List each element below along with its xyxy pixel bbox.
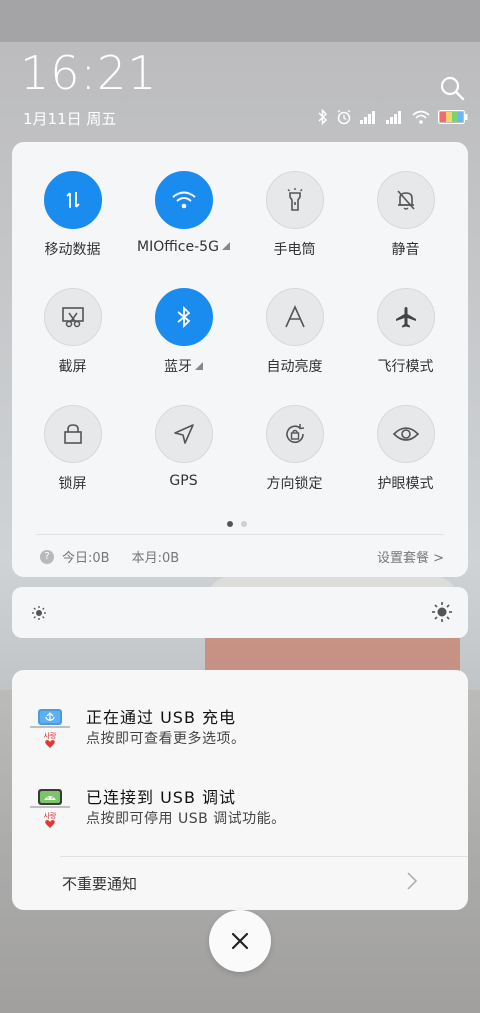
- page-dot: [241, 521, 247, 527]
- gps-icon: [154, 405, 213, 463]
- tile-label: 截屏: [58, 359, 87, 375]
- eye-icon: [376, 405, 435, 463]
- svg-text:사랑: 사랑: [44, 811, 57, 820]
- tile-label: 飞行模式: [377, 359, 434, 375]
- wifi-ssid-label: MIOffice-5G: [137, 239, 219, 255]
- notification-title: 正在通过 USB 充电: [86, 708, 237, 727]
- brightness-high-icon: [432, 602, 452, 626]
- tile-label: GPS: [169, 473, 198, 489]
- tile-mute[interactable]: 静音: [350, 171, 461, 271]
- chevron-right-icon[interactable]: [406, 870, 418, 896]
- tile-mobile-data[interactable]: 移动数据: [17, 171, 128, 271]
- tile-label: 护眼模式: [377, 476, 434, 492]
- flashlight-icon: [265, 171, 324, 229]
- tile-label: 手电筒: [273, 242, 316, 258]
- page-dot-active: [227, 521, 233, 527]
- alarm-icon: [336, 109, 352, 125]
- tile-label: MIOffice-5G: [128, 239, 239, 255]
- expand-indicator-icon: [195, 362, 203, 370]
- mobile-data-icon: [43, 171, 102, 229]
- page-indicator: [227, 521, 247, 527]
- clear-all-button[interactable]: [209, 910, 271, 972]
- tile-label: 锁屏: [58, 476, 87, 492]
- tile-label: 方向锁定: [266, 476, 323, 492]
- tile-bluetooth[interactable]: 蓝牙: [128, 288, 239, 388]
- notification-usb-debugging[interactable]: 사랑 已连接到 USB 调试 点按即可停用 USB 调试功能。: [12, 780, 468, 850]
- tile-wifi[interactable]: MIOffice-5G: [128, 171, 239, 271]
- bluetooth-status-icon: [318, 109, 328, 125]
- brightness-low-icon: [32, 605, 46, 624]
- mute-bell-icon: [376, 171, 435, 229]
- notification-subtitle: 点按即可停用 USB 调试功能。: [86, 811, 286, 827]
- data-usage: ? 今日:0B 本月:0B: [40, 547, 179, 566]
- rotation-lock-icon: [265, 405, 324, 463]
- usb-icon: 사랑: [30, 708, 70, 752]
- minor-notifications-label[interactable]: 不重要通知: [62, 873, 137, 894]
- tile-label: 自动亮度: [266, 359, 323, 375]
- signal-icon-2: [386, 110, 404, 124]
- help-icon: ?: [40, 549, 54, 564]
- tile-label: 静音: [391, 242, 420, 258]
- brightness-slider[interactable]: [12, 587, 468, 638]
- lock-icon: [43, 405, 102, 463]
- divider: [60, 856, 468, 857]
- airplane-icon: [376, 288, 435, 346]
- tile-screenshot[interactable]: 截屏: [17, 288, 128, 388]
- expand-indicator-icon: [221, 242, 230, 250]
- status-icons: [318, 107, 468, 127]
- plan-settings-link[interactable]: 设置套餐 >: [377, 547, 444, 566]
- search-icon[interactable]: [438, 74, 466, 102]
- notification-title: 已连接到 USB 调试: [86, 788, 237, 807]
- wifi-icon: [154, 171, 213, 229]
- top-shade: [0, 0, 480, 42]
- screenshot-icon: [43, 288, 102, 346]
- bluetooth-icon: [154, 288, 213, 346]
- signal-icon-1: [360, 110, 378, 124]
- tile-flashlight[interactable]: 手电筒: [239, 171, 350, 271]
- clock: 16:21: [20, 46, 158, 100]
- notification-subtitle: 点按即可查看更多选项。: [86, 731, 246, 747]
- usage-month: 本月:0B: [131, 551, 180, 566]
- date: 1月11日 周五: [23, 110, 117, 128]
- usage-today: 今日:0B: [62, 551, 110, 566]
- tile-lock-screen[interactable]: 锁屏: [17, 405, 128, 505]
- tile-label: 移动数据: [44, 242, 101, 258]
- tile-auto-brightness[interactable]: 自动亮度: [239, 288, 350, 388]
- tile-eye-care[interactable]: 护眼模式: [350, 405, 461, 505]
- svg-text:사랑: 사랑: [44, 731, 57, 740]
- tile-label: 蓝牙: [128, 356, 239, 376]
- android-debug-icon: 사랑: [30, 788, 70, 832]
- tile-airplane[interactable]: 飞行模式: [350, 288, 461, 388]
- bluetooth-label: 蓝牙: [164, 359, 192, 375]
- tile-gps[interactable]: GPS: [128, 405, 239, 505]
- notification-panel: 사랑 正在通过 USB 充电 点按即可查看更多选项。 사랑 已连接到 USB 调…: [12, 670, 468, 910]
- auto-brightness-icon: [265, 288, 324, 346]
- close-icon: [231, 932, 249, 950]
- wifi-status-icon: [412, 110, 430, 124]
- notification-usb-charging[interactable]: 사랑 正在通过 USB 充电 点按即可查看更多选项。: [12, 700, 468, 770]
- quick-settings-panel: 移动数据 MIOffice-5G 手电筒 静音 截屏 蓝牙 自动亮度 飞行模式 …: [12, 142, 468, 577]
- tile-rotation-lock[interactable]: 方向锁定: [239, 405, 350, 505]
- battery-icon: [438, 110, 468, 124]
- divider: [36, 534, 444, 535]
